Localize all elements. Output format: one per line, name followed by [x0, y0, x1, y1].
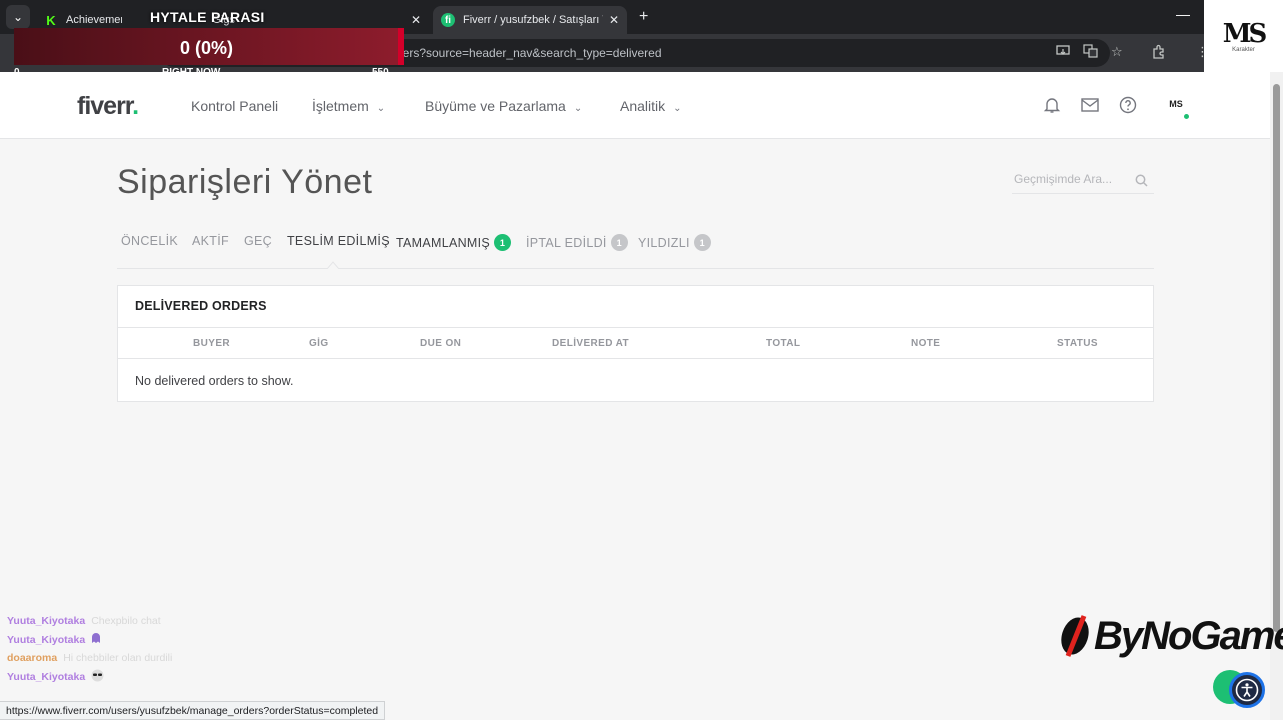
- search-icon[interactable]: [1135, 174, 1148, 192]
- chat-text: Chexpbilo chat: [91, 615, 161, 628]
- search-input[interactable]: [1012, 168, 1127, 190]
- browser-tab-fiverr[interactable]: fi Fiverr / yusufzbek / Satışları Yön ✕: [433, 6, 627, 34]
- address-bar-url[interactable]: lers?source=header_nav&search_type=deliv…: [400, 46, 662, 60]
- goal-title: HYTALE PARASI: [150, 9, 265, 25]
- sponsor-logo: ByNoGame: [1058, 612, 1283, 660]
- tab-cancelled[interactable]: İPTAL EDİLDİ 1: [526, 234, 628, 251]
- table-header: BUYER GİG DUE ON DELİVERED AT TOTAL NOTE…: [118, 327, 1153, 359]
- mail-icon[interactable]: [1080, 95, 1100, 115]
- install-app-icon[interactable]: [1056, 44, 1070, 61]
- ghost-emote-icon: [91, 632, 101, 647]
- column-header[interactable]: BUYER: [193, 338, 230, 349]
- chat-message: Yuuta_Kiyotaka: [7, 668, 172, 687]
- chat-message: doaaroma Hi chebbiler olan durdili: [7, 649, 172, 668]
- count-badge: 1: [693, 234, 711, 251]
- chat-message: Yuuta_Kiyotaka: [7, 631, 172, 650]
- channel-logo-sub: Karakter: [1232, 47, 1255, 53]
- chat-username: Yuuta_Kiyotaka: [7, 615, 86, 628]
- tab-completed[interactable]: TAMAMLANMIŞ 1: [396, 234, 512, 251]
- nav-label: Analitik: [620, 98, 666, 114]
- help-icon[interactable]: [1118, 95, 1138, 115]
- bell-icon[interactable]: [1042, 95, 1062, 115]
- chevron-down-icon: ⌄: [376, 103, 386, 114]
- count-badge: 1: [610, 234, 628, 251]
- tab-delivered[interactable]: TESLİM EDİLMİŞ: [287, 234, 390, 248]
- bookmark-star-icon[interactable]: ☆: [1111, 44, 1123, 60]
- nav-label: İşletmem: [312, 98, 369, 114]
- fiverr-logo[interactable]: fiverr.: [77, 92, 139, 121]
- page-title: Siparişleri Yönet: [117, 163, 373, 201]
- channel-logo-mark: MS: [1222, 19, 1268, 49]
- nav-dashboard[interactable]: Kontrol Paneli: [191, 98, 278, 114]
- column-header[interactable]: DELİVERED AT: [552, 338, 629, 349]
- count-badge: 1: [494, 234, 512, 251]
- stream-chat: Yuuta_Kiyotaka Chexpbilo chat Yuuta_Kiyo…: [7, 612, 172, 686]
- close-icon[interactable]: ✕: [609, 13, 619, 27]
- nav-growth-marketing[interactable]: Büyüme ve Pazarlama ⌄: [425, 98, 582, 114]
- bynogame-logo-icon: [1061, 615, 1089, 657]
- column-header[interactable]: NOTE: [911, 338, 940, 349]
- nav-analytics[interactable]: Analitik ⌄: [620, 98, 682, 114]
- minimize-button[interactable]: —: [1176, 6, 1190, 22]
- online-status-dot: [1183, 113, 1190, 120]
- nav-label: Kontrol Paneli: [191, 98, 279, 114]
- site-header: fiverr. Kontrol Paneli İşletmem ⌄ Büyüme …: [0, 72, 1270, 139]
- nav-my-business[interactable]: İşletmem ⌄: [312, 98, 385, 114]
- extensions-icon[interactable]: [1152, 44, 1167, 62]
- order-status-tabs: ÖNCELİK AKTİF GEÇ TESLİM EDİLMİŞ TAMAMLA…: [117, 231, 1154, 269]
- delivered-orders-card: DELİVERED ORDERS BUYER GİG DUE ON DELİVE…: [117, 285, 1154, 402]
- chat-username: Yuuta_Kiyotaka: [7, 633, 86, 646]
- donation-goal-overlay: HYTALE PARASI 0 (0%) 0 RIGHT NOW 550: [14, 7, 404, 78]
- sponsor-name: ByNoGame: [1094, 613, 1283, 658]
- nav-label: Büyüme ve Pazarlama: [425, 98, 566, 114]
- active-tab-caret: [327, 261, 339, 269]
- column-header[interactable]: TOTAL: [766, 338, 800, 349]
- chevron-down-icon: ⌄: [673, 103, 682, 114]
- goal-value: 0 (0%): [179, 38, 233, 58]
- history-search: [1012, 168, 1154, 194]
- accessibility-icon: [1235, 678, 1259, 702]
- chevron-down-icon: ⌄: [573, 103, 583, 114]
- status-bar-url: https://www.fiverr.com/users/yusufzbek/m…: [0, 701, 386, 720]
- chat-username: Yuuta_Kiyotaka: [7, 670, 86, 683]
- chat-username: doaaroma: [7, 652, 58, 665]
- card-title: DELİVERED ORDERS: [135, 299, 267, 313]
- column-header[interactable]: STATUS: [1057, 338, 1098, 349]
- tab-starred[interactable]: YILDIZLI 1: [638, 234, 711, 251]
- tab-late[interactable]: GEÇ: [244, 234, 272, 248]
- sunglasses-emote-icon: [91, 669, 104, 685]
- empty-state-message: No delivered orders to show.: [135, 374, 294, 388]
- column-header[interactable]: DUE ON: [420, 338, 461, 349]
- tab-active[interactable]: AKTİF: [192, 234, 229, 248]
- chat-message: Yuuta_Kiyotaka Chexpbilo chat: [7, 612, 172, 631]
- new-tab-button[interactable]: +: [639, 8, 648, 26]
- accessibility-button[interactable]: [1229, 672, 1265, 708]
- tab-priority[interactable]: ÖNCELİK: [121, 234, 178, 248]
- chat-text: Hi chebbiler olan durdili: [63, 652, 173, 665]
- fiverr-icon: fi: [441, 13, 455, 27]
- translate-icon[interactable]: [1083, 44, 1098, 61]
- browser-tab-title: Fiverr / yusufzbek / Satışları Yön: [463, 14, 603, 26]
- close-icon[interactable]: ✕: [411, 13, 421, 27]
- column-header[interactable]: GİG: [309, 338, 329, 349]
- channel-logo: MS Karakter: [1204, 0, 1283, 72]
- scrollbar-thumb[interactable]: [1273, 84, 1280, 632]
